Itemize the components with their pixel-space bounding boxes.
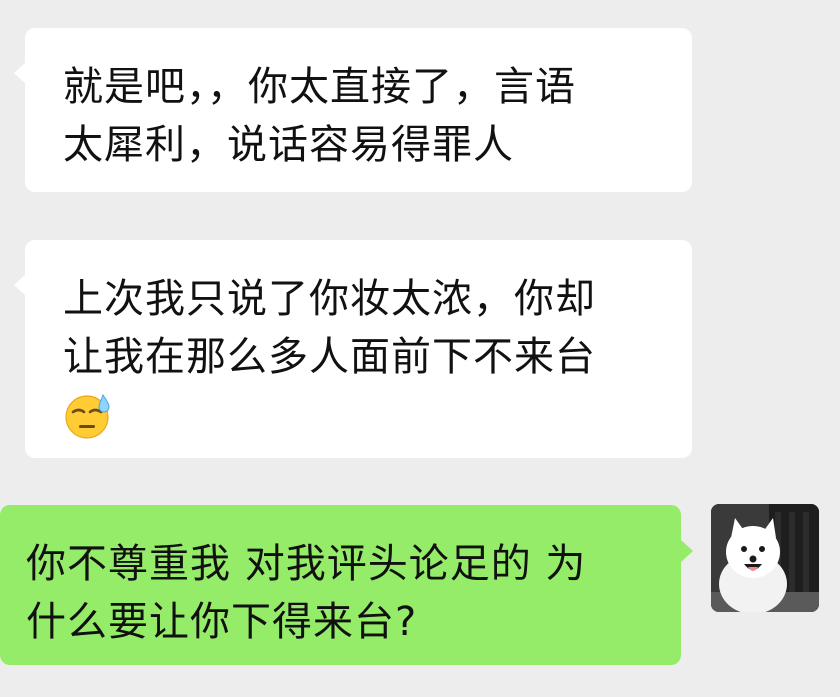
message-text-line: 你不尊重我 对我评头论足的 为 xyxy=(26,541,587,587)
message-bubble[interactable]: 上次我只说了你妆太浓，你却 让我在那么多人面前下不来台 xyxy=(25,240,692,458)
message-bubble[interactable]: 就是吧，，你太直接了，言语 太犀利，说话容易得罪人 xyxy=(25,28,692,192)
chat-window: 就是吧，，你太直接了，言语 太犀利，说话容易得罪人 上次我只说了你妆太浓，你却 … xyxy=(0,0,840,697)
message-text-line: 上次我只说了你妆太浓，你却 xyxy=(63,276,596,322)
avatar[interactable] xyxy=(711,504,819,612)
samoyed-dog-avatar xyxy=(711,504,819,612)
message-text-line: 就是吧，，你太直接了，言语 xyxy=(63,64,576,110)
bubble-tail xyxy=(681,540,693,562)
message-bubble[interactable]: 你不尊重我 对我评头论足的 为 什么要让你下得来台? xyxy=(0,505,681,665)
message-text-line: 太犀利，说话容易得罪人 xyxy=(63,122,514,168)
sweat-face-emoji xyxy=(65,393,110,439)
message-text-line: 什么要让你下得来台? xyxy=(26,599,418,645)
message-text-line: 让我在那么多人面前下不来台 xyxy=(63,334,596,380)
